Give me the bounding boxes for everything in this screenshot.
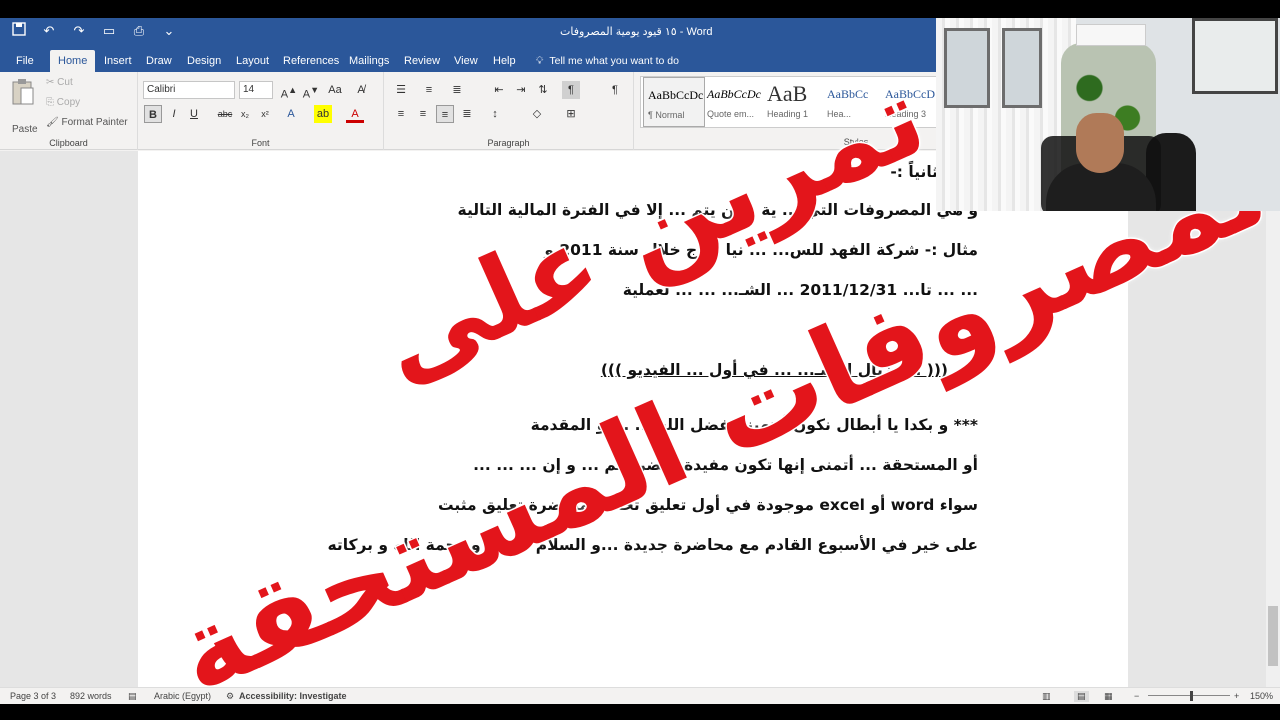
align-right-icon[interactable]: ≡ (436, 105, 454, 123)
highlight-icon[interactable]: ab (314, 105, 332, 123)
bullets-icon[interactable]: ☰ (392, 81, 410, 99)
status-bar: Page 3 of 3 892 words ▤ Arabic (Egypt) ⚙… (0, 687, 1280, 704)
tab-home[interactable]: Home (50, 50, 96, 72)
wall-picture (1192, 18, 1278, 94)
page-count[interactable]: Page 3 of 3 (10, 691, 56, 701)
subscript-button[interactable]: x₂ (236, 105, 254, 123)
web-layout-icon[interactable]: ▦ (1104, 691, 1113, 702)
font-color-icon[interactable]: A (346, 105, 364, 123)
air-conditioner (1076, 24, 1146, 46)
paragraph-group-label: Paragraph (487, 138, 530, 148)
tab-insert[interactable]: Insert (96, 50, 140, 72)
word-count[interactable]: 892 words (70, 691, 112, 701)
bold-button[interactable]: B (144, 105, 162, 123)
align-center-icon[interactable]: ≡ (414, 105, 432, 123)
save-icon[interactable] (10, 22, 28, 40)
zoom-level[interactable]: 150% (1250, 691, 1273, 701)
format-painter-button[interactable]: 🖌︎ Format Painter (46, 117, 128, 128)
tell-me-box[interactable]: 💡︎ Tell me what you want to do (536, 50, 679, 72)
tab-review[interactable]: Review (396, 50, 448, 72)
tab-design[interactable]: Design (179, 50, 229, 72)
clipboard-group-label: Clipboard (49, 138, 88, 148)
print-layout-icon[interactable]: ▤ (1074, 691, 1089, 702)
font-size-combo[interactable]: 14 (239, 81, 273, 99)
show-marks-icon[interactable]: ¶ (606, 81, 624, 99)
tab-layout[interactable]: Layout (228, 50, 277, 72)
quick-access-toolbar: ↶ ↷ ▭ ⎙ ⌄ (10, 22, 178, 40)
change-case-button[interactable]: Aa (326, 81, 344, 99)
folder-icon[interactable]: ▭ (100, 22, 118, 40)
style-normal[interactable]: AaBbCcDc ¶ Normal (643, 77, 705, 127)
clipboard-icon (12, 79, 34, 105)
window-frame (944, 28, 990, 108)
copy-button[interactable]: ⎘ Copy (46, 97, 80, 108)
tab-mailings[interactable]: Mailings (341, 50, 397, 72)
undo-icon[interactable]: ↶ (40, 22, 58, 40)
sort-icon[interactable]: ⇅ (534, 81, 552, 99)
presenter-head (1076, 113, 1124, 173)
redo-icon[interactable]: ↷ (70, 22, 88, 40)
proofing-icon[interactable]: ▤ (128, 691, 137, 702)
font-name-combo[interactable]: Calibri (143, 81, 235, 99)
paste-button[interactable] (10, 78, 38, 110)
tab-help[interactable]: Help (485, 50, 524, 72)
tell-me-label: Tell me what you want to do (549, 55, 679, 67)
scrollbar-thumb[interactable] (1268, 606, 1278, 666)
paragraph-group: ☰ ≡ ≣ ⇤ ⇥ ⇅ ¶ ¶ ≡ ≡ ≡ ≣ ↕ ◇ ⊞ Paragraph (384, 72, 634, 150)
shading-icon[interactable]: ◇ (528, 105, 546, 123)
webcam-video (936, 18, 1280, 211)
clear-format-icon[interactable]: A̸ (352, 81, 370, 99)
zoom-slider-thumb[interactable] (1190, 691, 1193, 701)
print-icon[interactable]: ⎙ (130, 22, 148, 40)
shrink-font-button[interactable]: A▼ (302, 81, 320, 101)
borders-icon[interactable]: ⊞ (562, 105, 580, 123)
lightbulb-icon: 💡︎ (536, 55, 544, 67)
decrease-indent-icon[interactable]: ⇤ (490, 81, 508, 99)
cut-button[interactable]: ✂︎ Cut (46, 77, 73, 88)
zoom-slider[interactable] (1148, 695, 1230, 696)
multilevel-icon[interactable]: ≣ (448, 81, 466, 99)
tab-references[interactable]: References (275, 50, 347, 72)
strikethrough-button[interactable]: abc (216, 105, 234, 123)
numbering-icon[interactable]: ≡ (420, 81, 438, 99)
font-group-label: Font (251, 138, 270, 148)
font-group: Calibri 14 A▲ A▼ Aa A̸ B I U abc x₂ x² A… (138, 72, 384, 150)
increase-indent-icon[interactable]: ⇥ (512, 81, 530, 99)
text-effects-icon[interactable]: A (282, 105, 300, 123)
paste-label: Paste (12, 124, 38, 135)
window-title: ١٥ قيود يومية المصروفات - Word (560, 26, 713, 38)
rtl-icon[interactable]: ¶ (562, 81, 580, 99)
tab-file[interactable]: File (8, 50, 42, 72)
justify-icon[interactable]: ≣ (458, 105, 476, 123)
align-left-icon[interactable]: ≡ (392, 105, 410, 123)
accessibility-status[interactable]: Accessibility: Investigate (239, 691, 347, 701)
grow-font-button[interactable]: A▲ (280, 81, 298, 101)
clipboard-group: Paste ✂︎ Cut ⎘ Copy 🖌︎ Format Painter Cl… (0, 72, 138, 150)
tab-draw[interactable]: Draw (138, 50, 180, 72)
read-mode-icon[interactable]: ▥ (1042, 691, 1051, 702)
window-frame (1002, 28, 1042, 108)
language-indicator[interactable]: Arabic (Egypt) (154, 691, 211, 701)
zoom-in-button[interactable]: + (1234, 691, 1239, 701)
accessibility-icon: ⚙︎ (226, 691, 235, 701)
brush-icon: 🖌︎ (46, 117, 59, 128)
underline-button[interactable]: U (185, 105, 203, 123)
superscript-button[interactable]: x² (256, 105, 274, 123)
zoom-out-button[interactable]: − (1134, 691, 1139, 701)
line-spacing-icon[interactable]: ↕ (486, 105, 504, 123)
customize-icon[interactable]: ⌄ (160, 22, 178, 40)
tab-view[interactable]: View (446, 50, 486, 72)
italic-button[interactable]: I (165, 105, 183, 123)
